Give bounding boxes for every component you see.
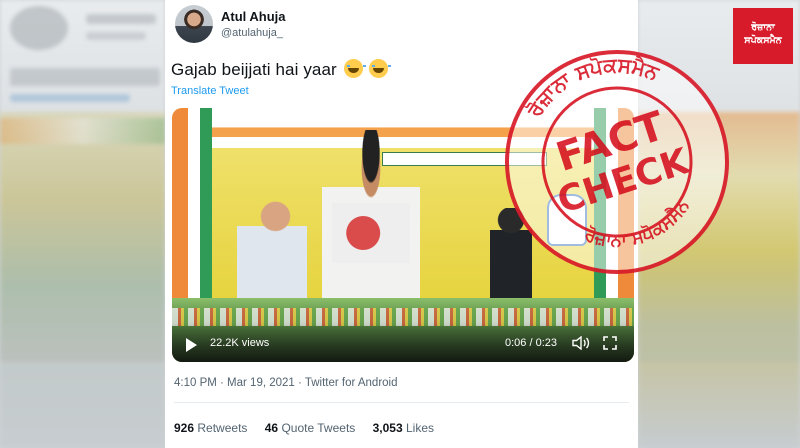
translate-tweet-link[interactable]: Translate Tweet <box>171 85 249 97</box>
tweet-timestamp[interactable]: 4:10 PM · Mar 19, 2021 · Twitter for And… <box>174 377 398 389</box>
likes-stat[interactable]: 3,053 Likes <box>373 421 434 435</box>
divider <box>174 402 629 403</box>
tweet-stats: 926 Retweets 46 Quote Tweets 3,053 Likes <box>174 421 448 435</box>
video-views: 22.2K views <box>210 337 270 349</box>
author-name[interactable]: Atul Ahuja <box>221 9 286 24</box>
blurred-background-left <box>0 0 165 448</box>
tweet-text-content: Gajab beijjati hai yaar <box>171 60 337 79</box>
tweet-text: Gajab beijjati hai yaar <box>171 59 392 80</box>
video-time: 0:06 / 0:23 <box>505 337 557 349</box>
quote-tweets-stat[interactable]: 46 Quote Tweets <box>265 421 356 435</box>
face-with-tears-of-joy-icon <box>369 59 392 78</box>
loudly-crying-face-icon <box>343 59 366 78</box>
retweets-stat[interactable]: 926 Retweets <box>174 421 247 435</box>
rozana-spokesman-logo: ਰੋਜ਼ਾਨਾ ਸਪੋਕਸਮੈਨ <box>733 8 793 64</box>
play-icon[interactable] <box>186 338 197 352</box>
author-avatar[interactable] <box>175 5 213 43</box>
author-handle[interactable]: @atulahuja_ <box>221 27 283 39</box>
volume-icon[interactable] <box>572 336 590 350</box>
fullscreen-icon[interactable] <box>603 336 617 350</box>
